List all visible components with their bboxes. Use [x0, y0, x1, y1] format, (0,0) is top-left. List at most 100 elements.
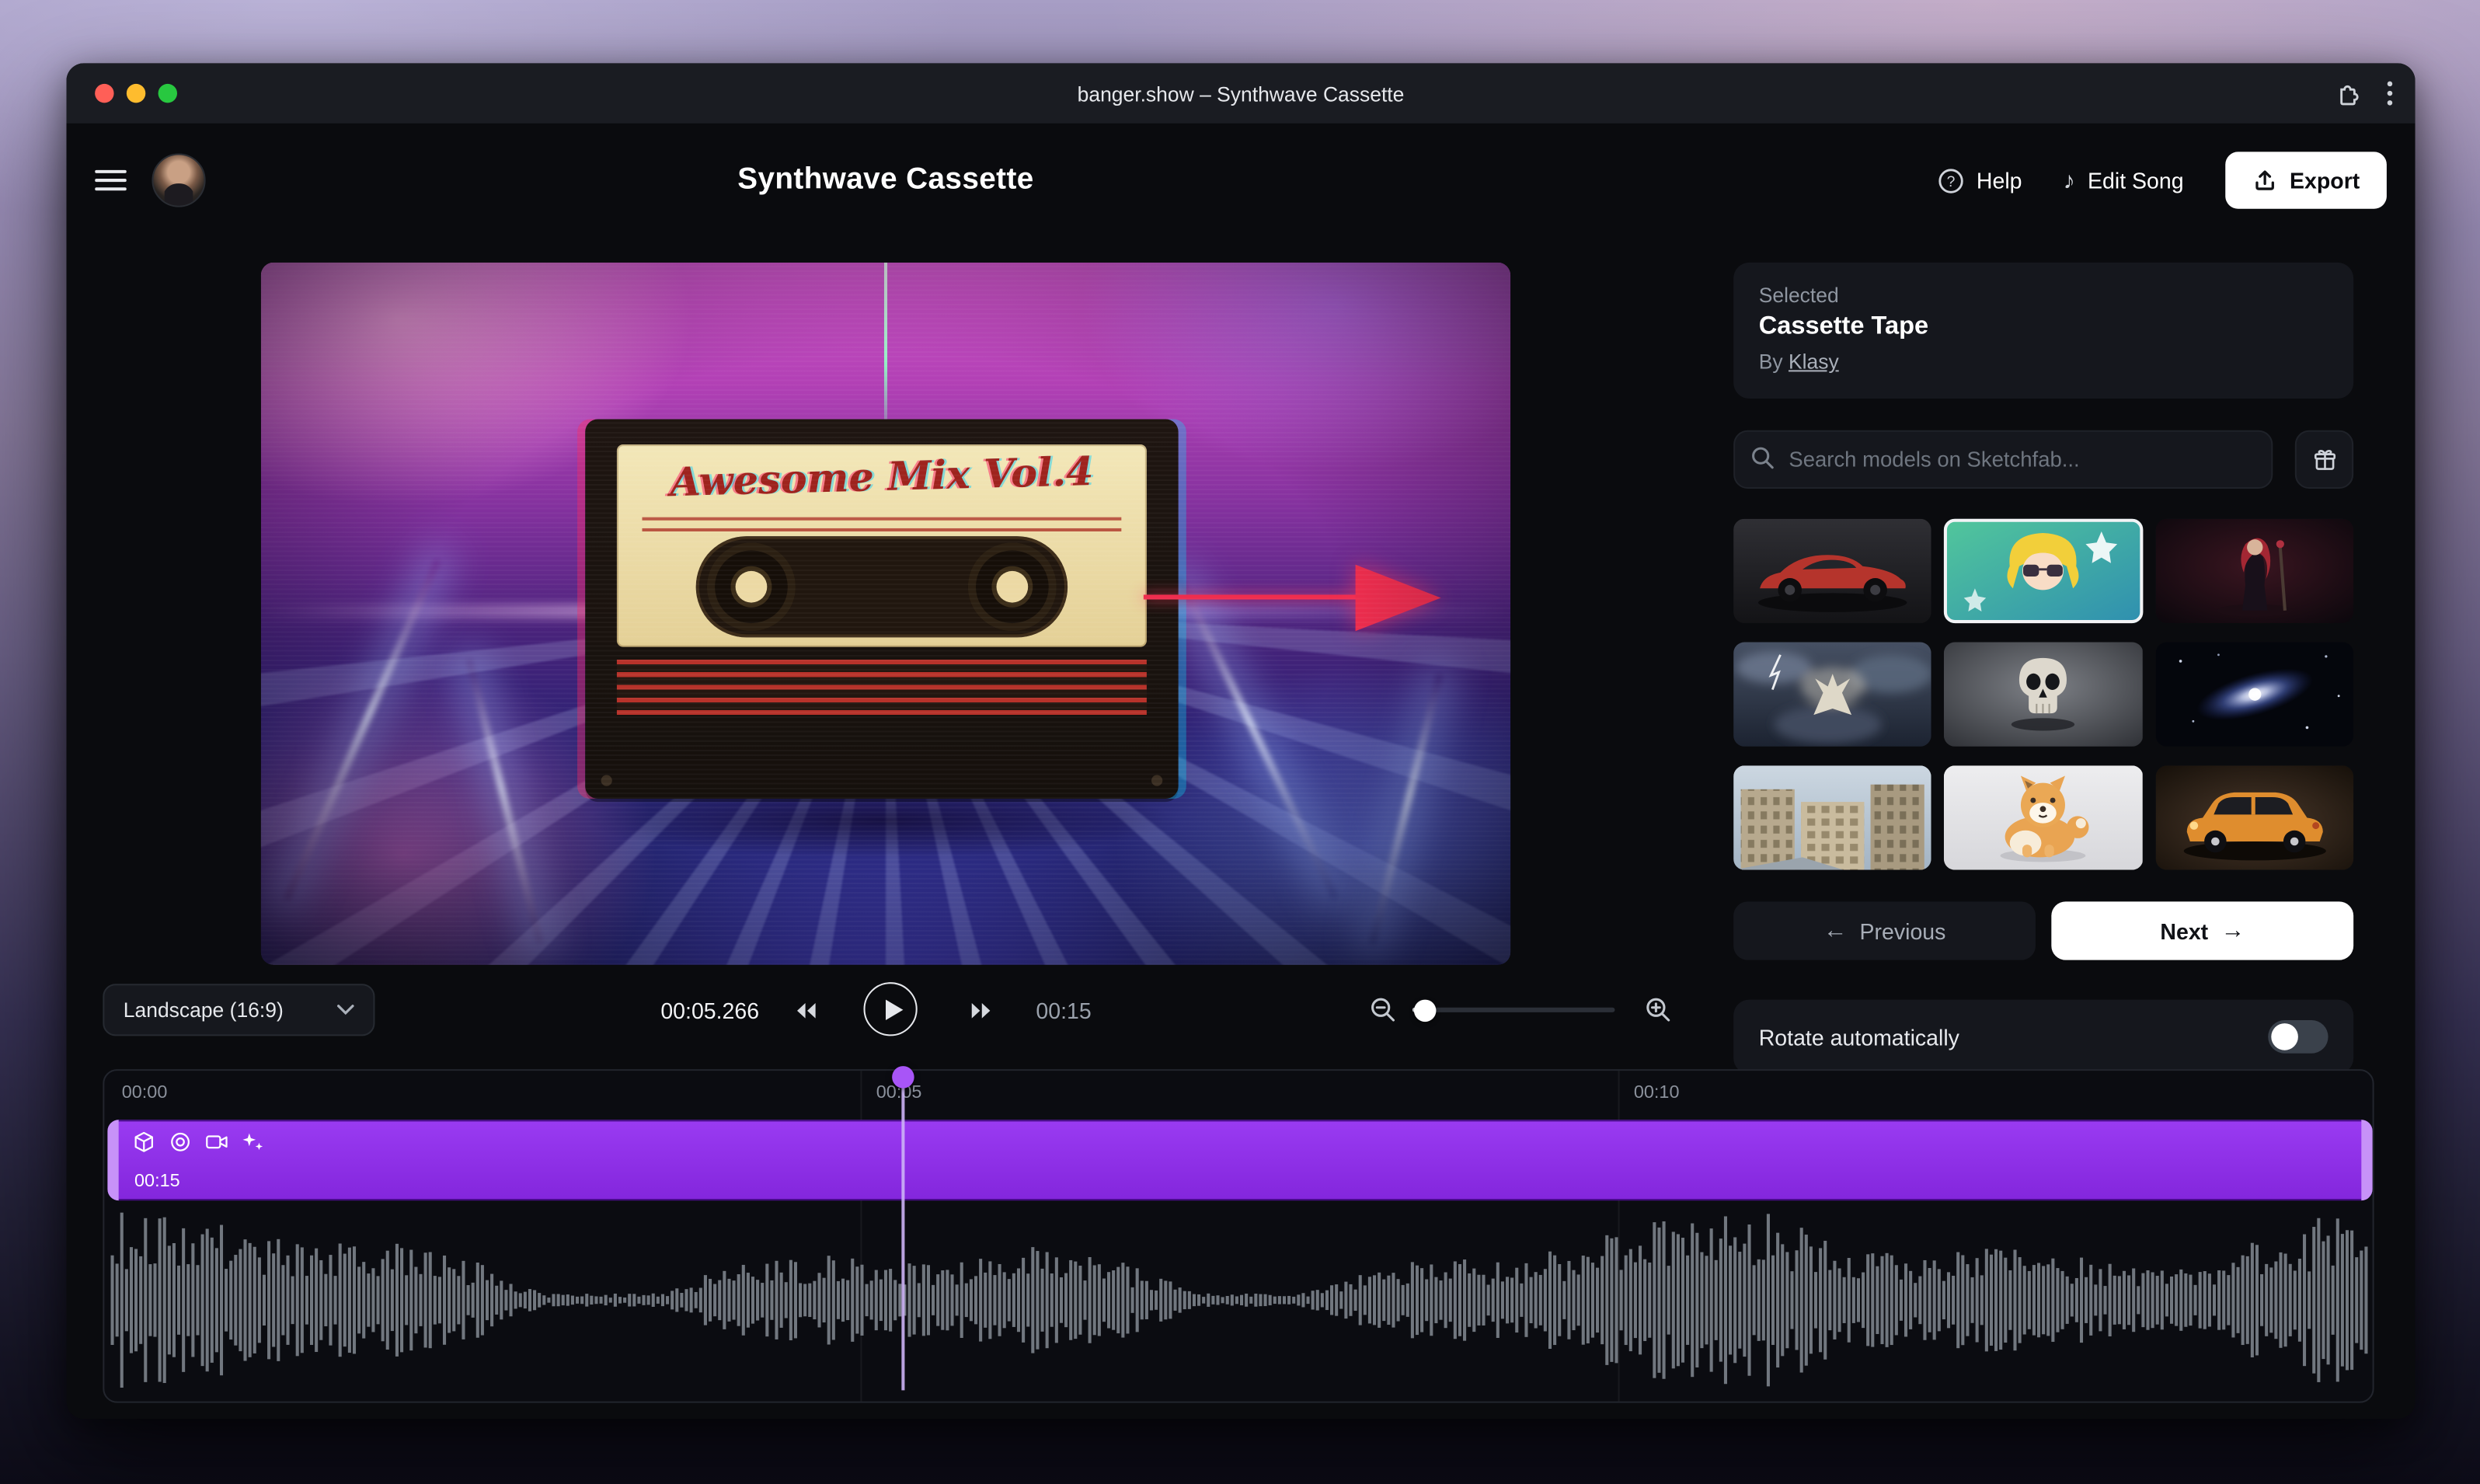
clip-duration-label: 00:15: [134, 1172, 180, 1190]
next-button[interactable]: Next →: [2051, 901, 2353, 960]
avatar-image: [153, 155, 204, 206]
playhead-line: [901, 1087, 904, 1391]
gift-icon: [2311, 447, 2337, 472]
svg-text:?: ?: [1946, 173, 1955, 190]
search-input[interactable]: [1733, 430, 2273, 489]
duration-display: 00:15: [1036, 984, 1091, 1036]
edit-song-label: Edit Song: [2088, 168, 2184, 193]
fast-forward-button[interactable]: [959, 984, 1006, 1036]
vignette-overlay: [261, 263, 1510, 965]
export-label: Export: [2290, 168, 2360, 193]
red-sports-car-image: [1733, 519, 1931, 623]
shiba-inu-image: [1945, 765, 2143, 869]
hamburger-icon: [95, 169, 127, 192]
clip-trim-end-handle[interactable]: [2361, 1120, 2372, 1200]
zoom-in-button[interactable]: [1639, 984, 1677, 1036]
edit-song-button[interactable]: ♪ Edit Song: [2063, 168, 2183, 193]
selected-label: Selected: [1759, 283, 2328, 307]
arrow-right-icon: →: [2221, 919, 2245, 943]
help-label: Help: [1977, 168, 2022, 193]
playhead-handle[interactable]: [892, 1066, 914, 1089]
model-thumbnail-dark-sorceress[interactable]: [2155, 519, 2353, 623]
skull-image: [1945, 643, 2143, 747]
preview-viewport[interactable]: Awesome Mix Vol.4: [261, 263, 1510, 965]
model-thumbnail-anime-girl[interactable]: [1945, 519, 2143, 623]
aspect-ratio-value: Landscape (16:9): [124, 998, 284, 1022]
app-window: banger.show – Synthwave Cassette Synthwa…: [67, 63, 2416, 1419]
surprise-model-button[interactable]: [2295, 430, 2353, 489]
rewind-icon: [792, 1001, 818, 1019]
play-icon: [866, 984, 915, 1033]
arrow-left-icon: ←: [1823, 919, 1848, 943]
kebab-icon: [2387, 81, 2393, 106]
browser-menu-button[interactable]: [2387, 81, 2393, 106]
cube-icon: [133, 1131, 155, 1154]
next-label: Next: [2160, 918, 2208, 944]
zoom-slider-knob[interactable]: [1414, 999, 1437, 1022]
model-thumbnail-skull[interactable]: [1945, 643, 2143, 747]
help-icon: ?: [1937, 167, 1964, 194]
timeline-clip[interactable]: 00:15: [107, 1120, 2372, 1200]
toggle-knob: [2271, 1023, 2298, 1050]
sparkles-icon: [242, 1131, 264, 1154]
previous-button[interactable]: ← Previous: [1733, 901, 2036, 960]
extensions-button[interactable]: [2335, 79, 2362, 108]
model-thumbnail-spiral-galaxy[interactable]: [2155, 643, 2353, 747]
model-thumbnail-shiba-inu[interactable]: [1945, 765, 2143, 869]
model-byline: By Klasy: [1759, 350, 2328, 374]
timeline-ruler[interactable]: 00:00 00:05 00:10: [104, 1071, 2372, 1118]
export-icon: [2252, 168, 2277, 193]
menu-button[interactable]: [95, 169, 127, 192]
model-thumbnail-vintage-car[interactable]: [2155, 765, 2353, 869]
zoom-out-icon: [1369, 997, 1396, 1024]
minimize-button[interactable]: [127, 84, 145, 103]
chevron-down-icon: [337, 1005, 354, 1015]
video-camera-icon: [206, 1131, 228, 1154]
search-field: [1733, 430, 2273, 489]
traffic-lights: [95, 63, 177, 123]
titlebar-actions: [2335, 63, 2393, 123]
selected-model-card: Selected Cassette Tape By Klasy: [1733, 263, 2353, 399]
window-title: banger.show – Synthwave Cassette: [67, 82, 2416, 106]
header-actions: ? Help ♪ Edit Song Export: [1937, 152, 2387, 208]
current-time-display: 00:05.266: [623, 984, 759, 1036]
user-avatar[interactable]: [152, 153, 205, 207]
aspect-ratio-select[interactable]: Landscape (16:9): [103, 984, 374, 1036]
model-thumbnail-storm-angel[interactable]: [1733, 643, 1931, 747]
window-titlebar: banger.show – Synthwave Cassette: [67, 63, 2416, 123]
waveform-bars: [111, 1213, 2368, 1388]
zoom-out-button[interactable]: [1364, 984, 1402, 1036]
stage: banger.show – Synthwave Cassette Synthwa…: [0, 0, 2480, 1484]
author-link[interactable]: Klasy: [1789, 350, 1839, 374]
help-button[interactable]: ? Help: [1937, 167, 2022, 194]
spiral-galaxy-image: [2155, 643, 2353, 747]
page-title: Synthwave Cassette: [261, 163, 1510, 198]
zoom-in-icon: [1644, 997, 1671, 1024]
previous-label: Previous: [1860, 918, 1946, 944]
close-button[interactable]: [95, 84, 113, 103]
rewind-button[interactable]: [782, 984, 829, 1036]
zoom-slider[interactable]: [1412, 984, 1615, 1036]
dark-sorceress-image: [2155, 519, 2353, 623]
audio-waveform-track[interactable]: [107, 1207, 2372, 1393]
music-note-icon: ♪: [2063, 169, 2074, 193]
model-thumbnail-city-buildings[interactable]: [1733, 765, 1931, 869]
storm-angel-image: [1733, 643, 1931, 747]
rotate-toggle[interactable]: [2268, 1020, 2328, 1054]
clip-trim-start-handle[interactable]: [107, 1120, 118, 1200]
anime-girl-image: [1945, 519, 2143, 623]
selected-model-name: Cassette Tape: [1759, 313, 2328, 342]
search-icon: [1751, 446, 1775, 470]
rotate-automatically-label: Rotate automatically: [1759, 1024, 1959, 1050]
model-thumbnail-red-sports-car[interactable]: [1733, 519, 1931, 623]
zoom-slider-track: [1412, 1008, 1615, 1012]
clip-icons: [133, 1131, 264, 1154]
model-grid: [1733, 519, 2353, 870]
fast-forward-icon: [970, 1001, 995, 1019]
city-buildings-image: [1733, 765, 1931, 869]
play-button[interactable]: [864, 982, 918, 1036]
export-button[interactable]: Export: [2225, 152, 2387, 208]
zoom-button[interactable]: [158, 84, 177, 103]
spiral-icon: [169, 1131, 192, 1154]
ruler-label: 00:00: [122, 1083, 168, 1102]
